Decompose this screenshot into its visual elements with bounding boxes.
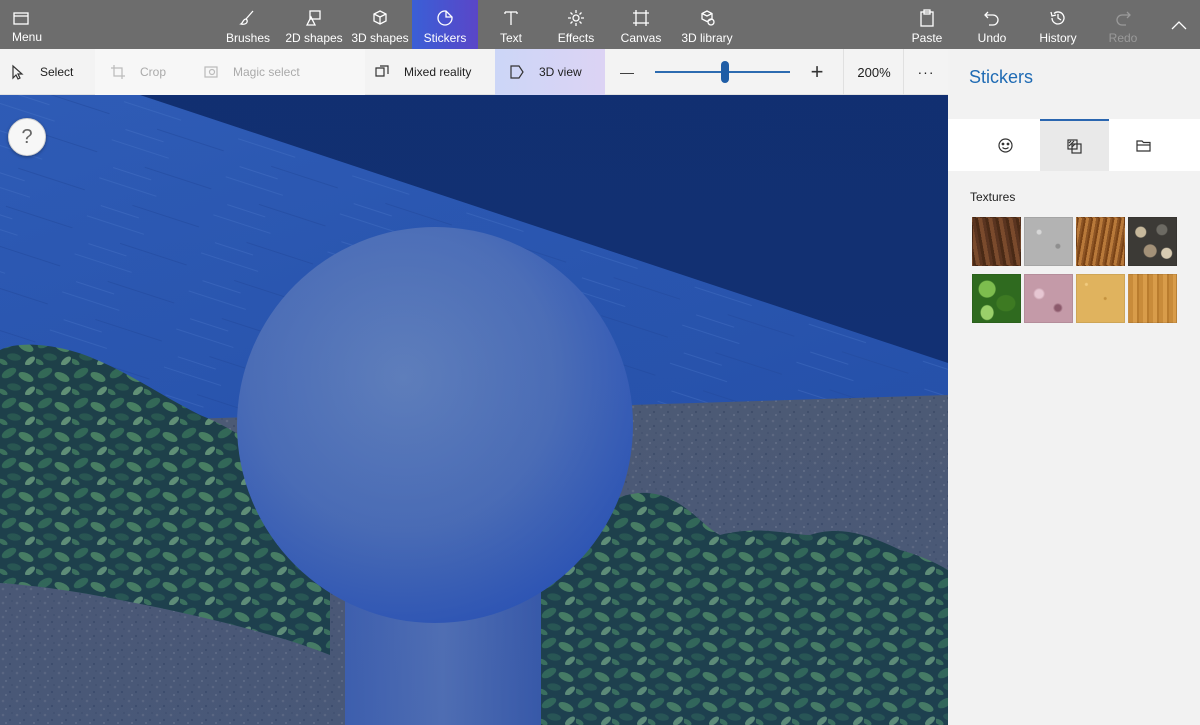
texture-swatch-hair[interactable] (1076, 217, 1125, 266)
redo-icon (1114, 8, 1132, 28)
undo-icon (983, 8, 1001, 28)
menu-button[interactable]: Menu (0, 0, 56, 49)
action-label: Paste (911, 31, 943, 45)
crop-button[interactable]: Crop (95, 49, 185, 95)
tool-3d-shapes[interactable]: 3D shapes (350, 0, 410, 49)
3d-scene (0, 95, 948, 725)
zoom-level-value: 200% (857, 64, 891, 80)
brush-icon (239, 8, 257, 28)
zoom-slider-thumb[interactable] (721, 61, 730, 83)
tool-label: Brushes (225, 31, 271, 45)
shapes-2d-icon (305, 8, 323, 28)
tool-effects[interactable]: Effects (554, 0, 598, 49)
panel-tabs (948, 119, 1200, 171)
3d-view-button[interactable]: 3D view (495, 49, 605, 95)
tool-brushes[interactable]: Brushes (222, 0, 274, 49)
more-options-icon: ··· (917, 64, 935, 80)
mixed-reality-label: Mixed reality (404, 65, 472, 79)
sticker-icon (998, 137, 1013, 153)
tool-label: 3D library (681, 31, 733, 45)
zoom-in-button[interactable]: + (804, 49, 830, 95)
tab-folder[interactable] (1109, 119, 1178, 171)
magic-select-icon (204, 66, 218, 78)
cursor-icon (12, 64, 24, 80)
zoom-slider[interactable] (655, 49, 790, 95)
3d-view-icon (510, 65, 524, 79)
sticker-icon (436, 8, 454, 28)
canvas-icon (632, 8, 650, 28)
action-label: History (1039, 31, 1077, 45)
undo-button[interactable]: Undo (975, 0, 1009, 49)
tab-stickers[interactable] (971, 119, 1040, 171)
texture-swatch-leaves[interactable] (972, 274, 1021, 323)
action-label: Redo (1108, 31, 1138, 45)
text-icon (502, 8, 520, 28)
magic-select-label: Magic select (233, 65, 300, 79)
chevron-up-icon (1170, 16, 1188, 36)
zoom-in-symbol: + (810, 59, 824, 84)
crop-label: Crop (140, 65, 167, 79)
paste-button[interactable]: Paste (910, 0, 944, 49)
secondary-toolbar: Select Crop Magic select Mixed reality 3… (0, 49, 948, 95)
tool-label: Canvas (620, 31, 662, 45)
mixed-reality-button[interactable]: Mixed reality (365, 49, 495, 95)
clipboard-icon (918, 8, 936, 28)
tool-stickers[interactable]: Stickers (412, 0, 478, 49)
3d-view-label: 3D view (539, 65, 582, 79)
texture-swatch-pebbles[interactable] (1128, 217, 1177, 266)
crop-icon (111, 65, 125, 79)
textures-section-label: Textures (970, 190, 1016, 204)
tool-label: Effects (557, 31, 595, 45)
action-label: Undo (977, 31, 1007, 45)
help-button[interactable]: ? (8, 118, 46, 156)
top-ribbon: Menu Brushes 2D shapes 3D shapes Sticker… (0, 0, 1200, 49)
more-options-button[interactable]: ··· (904, 49, 948, 95)
magic-select-button[interactable]: Magic select (185, 49, 365, 95)
history-button[interactable]: History (1036, 0, 1080, 49)
panel-title: Stickers (969, 67, 1034, 87)
tool-text[interactable]: Text (490, 0, 532, 49)
menu-icon (12, 8, 30, 28)
tool-2d-shapes[interactable]: 2D shapes (284, 0, 344, 49)
tool-label: Text (499, 31, 522, 45)
zoom-out-button[interactable]: — (614, 49, 640, 95)
tool-3d-library[interactable]: 3D library (680, 0, 734, 49)
cube-icon (371, 8, 389, 28)
tab-textures[interactable] (1040, 119, 1109, 171)
collapse-ribbon-button[interactable] (1164, 0, 1194, 49)
help-icon: ? (21, 125, 33, 148)
tool-label: 3D shapes (351, 31, 409, 45)
zoom-out-symbol: — (620, 64, 634, 80)
select-button[interactable]: Select (0, 49, 95, 95)
3d-canvas[interactable]: ? (0, 95, 948, 725)
tool-canvas[interactable]: Canvas (619, 0, 663, 49)
texture-swatch-bark[interactable] (972, 217, 1021, 266)
tool-label: Stickers (423, 31, 467, 45)
library-icon (698, 8, 716, 28)
texture-swatch-marble[interactable] (1024, 274, 1073, 323)
menu-label: Menu (12, 30, 43, 44)
texture-swatch-wood[interactable] (1128, 274, 1177, 323)
select-label: Select (40, 65, 74, 79)
redo-button[interactable]: Redo (1106, 0, 1140, 49)
folder-icon (1136, 139, 1151, 152)
history-icon (1049, 8, 1067, 28)
stickers-panel: Stickers Textures (948, 49, 1200, 725)
texture-swatch-sand[interactable] (1076, 274, 1125, 323)
mixed-reality-icon (375, 65, 389, 77)
zoom-level[interactable]: 200% (844, 49, 904, 95)
sun-icon (567, 8, 585, 28)
tool-label: 2D shapes (285, 31, 343, 45)
texture-swatch-stone[interactable] (1024, 217, 1073, 266)
textures-icon (1067, 138, 1082, 154)
